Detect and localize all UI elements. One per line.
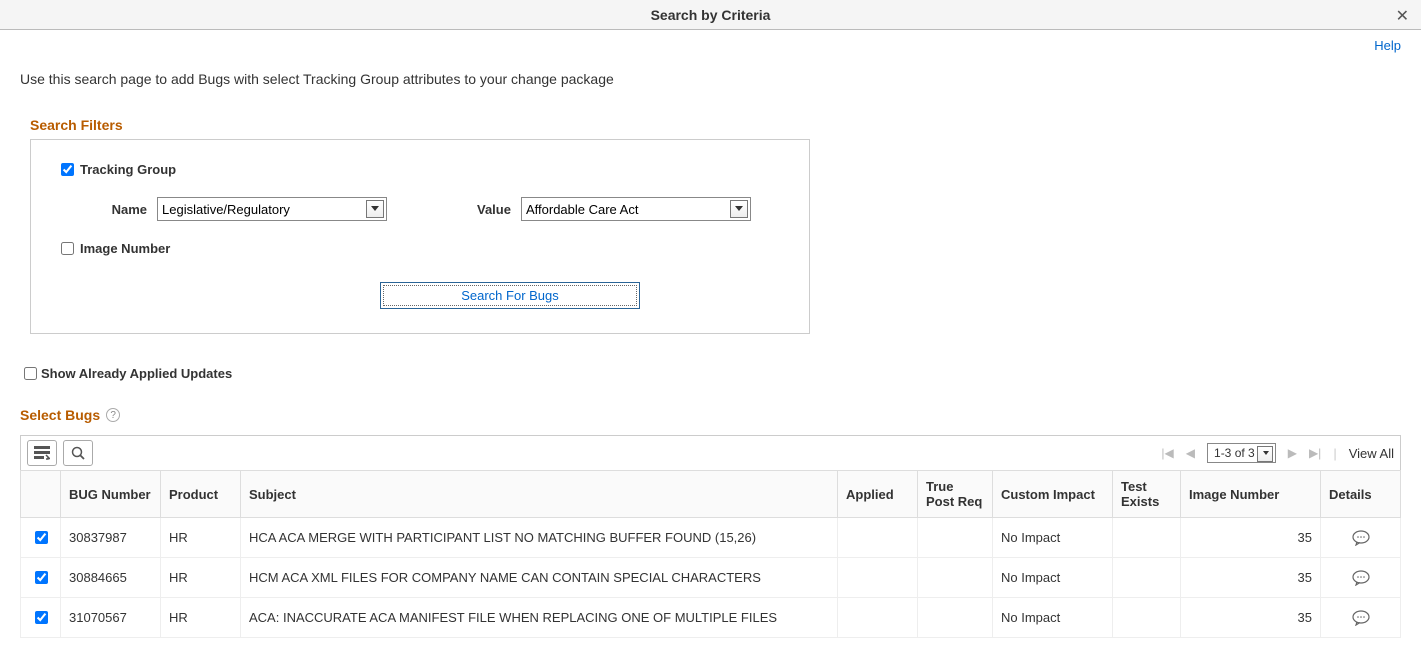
cell-truepost [918, 558, 993, 598]
details-icon[interactable] [1321, 518, 1401, 558]
cell-test-exists [1113, 518, 1181, 558]
cell-applied [838, 598, 918, 638]
col-header-custom[interactable]: Custom Impact [993, 471, 1113, 518]
details-icon[interactable] [1321, 558, 1401, 598]
col-header-check [21, 471, 61, 518]
tracking-group-label: Tracking Group [80, 162, 176, 177]
image-number-checkbox[interactable] [61, 242, 74, 255]
name-label: Name [57, 202, 157, 217]
cell-product: HR [161, 558, 241, 598]
prev-page-icon[interactable]: ◀ [1186, 446, 1195, 460]
search-filters-box: Tracking Group Name Legislative/Regulato… [30, 139, 810, 334]
instruction-text: Use this search page to add Bugs with se… [20, 71, 1401, 87]
find-icon[interactable] [63, 440, 93, 466]
details-icon[interactable] [1321, 598, 1401, 638]
value-select[interactable]: Affordable Care Act [521, 197, 751, 221]
col-header-details[interactable]: Details [1321, 471, 1401, 518]
image-number-label: Image Number [80, 241, 170, 256]
dialog-header: Search by Criteria ✕ [0, 0, 1421, 30]
col-header-test[interactable]: Test Exists [1113, 471, 1181, 518]
select-bugs-title: Select Bugs [20, 407, 100, 423]
cell-subject: ACA: INACCURATE ACA MANIFEST FILE WHEN R… [241, 598, 838, 638]
value-label: Value [477, 202, 521, 217]
col-header-bug[interactable]: BUG Number [61, 471, 161, 518]
cell-custom-impact: No Impact [993, 598, 1113, 638]
dialog-title: Search by Criteria [651, 7, 771, 23]
col-header-applied[interactable]: Applied [838, 471, 918, 518]
search-filters-title: Search Filters [30, 117, 1401, 133]
grid-action-icon[interactable] [27, 440, 57, 466]
cell-custom-impact: No Impact [993, 518, 1113, 558]
table-row: 30837987HRHCA ACA MERGE WITH PARTICIPANT… [21, 518, 1401, 558]
view-all-link[interactable]: View All [1349, 446, 1394, 461]
cell-truepost [918, 598, 993, 638]
cell-subject: HCM ACA XML FILES FOR COMPANY NAME CAN C… [241, 558, 838, 598]
cell-image-number: 35 [1181, 558, 1321, 598]
next-page-icon[interactable]: ▶ [1288, 446, 1297, 460]
table-row: 30884665HRHCM ACA XML FILES FOR COMPANY … [21, 558, 1401, 598]
col-header-subject[interactable]: Subject [241, 471, 838, 518]
tracking-group-checkbox[interactable] [61, 163, 74, 176]
cell-test-exists [1113, 558, 1181, 598]
col-header-image[interactable]: Image Number [1181, 471, 1321, 518]
cell-test-exists [1113, 598, 1181, 638]
close-icon[interactable]: ✕ [1396, 6, 1409, 26]
last-page-icon[interactable]: ▶| [1309, 446, 1321, 460]
help-link[interactable]: Help [1374, 38, 1401, 53]
show-applied-label: Show Already Applied Updates [41, 366, 232, 381]
divider: | [1333, 446, 1336, 461]
col-header-product[interactable]: Product [161, 471, 241, 518]
cell-product: HR [161, 518, 241, 558]
row-checkbox[interactable] [35, 611, 48, 624]
cell-product: HR [161, 598, 241, 638]
cell-applied [838, 558, 918, 598]
cell-image-number: 35 [1181, 518, 1321, 558]
name-select[interactable]: Legislative/Regulatory [157, 197, 387, 221]
scroll-area[interactable]: Help Use this search page to add Bugs wi… [0, 30, 1421, 671]
cell-applied [838, 518, 918, 558]
cell-bug: 30884665 [61, 558, 161, 598]
search-for-bugs-button[interactable]: Search For Bugs [380, 282, 640, 309]
show-applied-checkbox[interactable] [24, 367, 37, 380]
cell-truepost [918, 518, 993, 558]
cell-bug: 31070567 [61, 598, 161, 638]
table-row: 31070567HRACA: INACCURATE ACA MANIFEST F… [21, 598, 1401, 638]
first-page-icon[interactable]: |◀ [1161, 446, 1173, 460]
cell-custom-impact: No Impact [993, 558, 1113, 598]
cell-bug: 30837987 [61, 518, 161, 558]
cell-image-number: 35 [1181, 598, 1321, 638]
cell-subject: HCA ACA MERGE WITH PARTICIPANT LIST NO M… [241, 518, 838, 558]
row-checkbox[interactable] [35, 571, 48, 584]
page-range-select[interactable]: 1-3 of 3 [1207, 443, 1276, 463]
help-icon[interactable]: ? [106, 408, 120, 422]
page-range-text: 1-3 of 3 [1214, 446, 1255, 460]
row-checkbox[interactable] [35, 531, 48, 544]
col-header-truepost[interactable]: True Post Req [918, 471, 993, 518]
grid-toolbar: |◀ ◀ 1-3 of 3 ▶ ▶| | View All [20, 435, 1401, 470]
bugs-table: BUG Number Product Subject Applied True … [20, 470, 1401, 638]
